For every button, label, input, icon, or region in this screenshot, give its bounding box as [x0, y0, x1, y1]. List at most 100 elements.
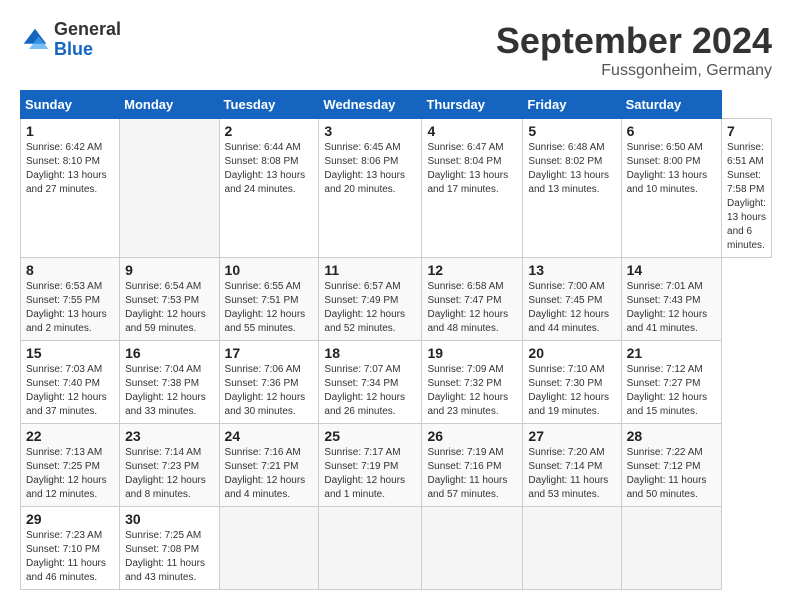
day-number: 28: [627, 428, 716, 444]
day-info: Sunrise: 7:00 AMSunset: 7:45 PMDaylight:…: [528, 280, 615, 336]
day-number: 5: [528, 123, 615, 139]
day-info: Sunrise: 7:03 AMSunset: 7:40 PMDaylight:…: [26, 363, 114, 419]
col-thursday: Thursday: [422, 91, 523, 119]
day-info: Sunrise: 7:19 AMSunset: 7:16 PMDaylight:…: [427, 446, 517, 502]
day-info: Sunrise: 6:47 AMSunset: 8:04 PMDaylight:…: [427, 141, 517, 197]
day-number: 2: [225, 123, 314, 139]
table-row: 7 Sunrise: 6:51 AMSunset: 7:58 PMDaylight…: [722, 119, 772, 258]
table-row: 2 Sunrise: 6:44 AMSunset: 8:08 PMDaylight…: [219, 119, 319, 258]
day-number: 25: [324, 428, 416, 444]
table-row: 12 Sunrise: 6:58 AMSunset: 7:47 PMDayligh…: [422, 258, 523, 341]
col-monday: Monday: [120, 91, 219, 119]
day-number: 27: [528, 428, 615, 444]
table-row: [120, 119, 219, 258]
day-number: 29: [26, 511, 114, 527]
table-row: 6 Sunrise: 6:50 AMSunset: 8:00 PMDaylight…: [621, 119, 721, 258]
day-number: 20: [528, 345, 615, 361]
day-info: Sunrise: 7:01 AMSunset: 7:43 PMDaylight:…: [627, 280, 716, 336]
day-info: Sunrise: 7:20 AMSunset: 7:14 PMDaylight:…: [528, 446, 615, 502]
day-number: 14: [627, 262, 716, 278]
table-row: 10Sunrise: 6:55 AMSunset: 7:51 PMDayligh…: [219, 258, 319, 341]
day-number: 24: [225, 428, 314, 444]
day-info: Sunrise: 7:07 AMSunset: 7:34 PMDaylight:…: [324, 363, 416, 419]
table-row: 28 Sunrise: 7:22 AMSunset: 7:12 PMDayligh…: [621, 424, 721, 507]
day-info: Sunrise: 6:48 AMSunset: 8:02 PMDaylight:…: [528, 141, 615, 197]
day-info: Sunrise: 7:10 AMSunset: 7:30 PMDaylight:…: [528, 363, 615, 419]
day-info: Sunrise: 6:58 AMSunset: 7:47 PMDaylight:…: [427, 280, 517, 336]
day-info: Sunrise: 6:57 AMSunset: 7:49 PMDaylight:…: [324, 280, 416, 336]
day-info: Sunrise: 7:09 AMSunset: 7:32 PMDaylight:…: [427, 363, 517, 419]
day-number: 15: [26, 345, 114, 361]
table-row: 17 Sunrise: 7:06 AMSunset: 7:36 PMDayligh…: [219, 341, 319, 424]
table-row: 8 Sunrise: 6:53 AMSunset: 7:55 PMDaylight…: [21, 258, 120, 341]
calendar-row: 22 Sunrise: 7:13 AMSunset: 7:25 PMDayligh…: [21, 424, 772, 507]
logo-general-text: General: [54, 20, 121, 40]
table-row: 19 Sunrise: 7:09 AMSunset: 7:32 PMDayligh…: [422, 341, 523, 424]
logo-blue-text: Blue: [54, 40, 121, 60]
table-row: 13Sunrise: 7:00 AMSunset: 7:45 PMDayligh…: [523, 258, 621, 341]
calendar-row: 29 Sunrise: 7:23 AMSunset: 7:10 PMDayligh…: [21, 507, 772, 590]
logo: General Blue: [20, 20, 121, 60]
day-number: 21: [627, 345, 716, 361]
table-row: [219, 507, 319, 590]
day-number: 6: [627, 123, 716, 139]
month-title: September 2024: [496, 20, 772, 62]
title-section: September 2024 Fussgonheim, Germany: [496, 20, 772, 80]
day-number: 23: [125, 428, 213, 444]
day-number: 7: [727, 123, 766, 139]
logo-icon: [20, 25, 50, 55]
day-info: Sunrise: 7:16 AMSunset: 7:21 PMDaylight:…: [225, 446, 314, 502]
calendar-row: 1Sunrise: 6:42 AMSunset: 8:10 PMDaylight…: [21, 119, 772, 258]
table-row: 22 Sunrise: 7:13 AMSunset: 7:25 PMDayligh…: [21, 424, 120, 507]
day-number: 22: [26, 428, 114, 444]
table-row: 26Sunrise: 7:19 AMSunset: 7:16 PMDayligh…: [422, 424, 523, 507]
calendar-row: 15 Sunrise: 7:03 AMSunset: 7:40 PMDayligh…: [21, 341, 772, 424]
table-row: 16 Sunrise: 7:04 AMSunset: 7:38 PMDayligh…: [120, 341, 219, 424]
day-number: 12: [427, 262, 517, 278]
table-row: 3Sunrise: 6:45 AMSunset: 8:06 PMDaylight…: [319, 119, 422, 258]
day-number: 8: [26, 262, 114, 278]
header-row: Sunday Monday Tuesday Wednesday Thursday…: [21, 91, 772, 119]
day-info: Sunrise: 6:51 AMSunset: 7:58 PMDaylight:…: [727, 141, 766, 253]
table-row: 18Sunrise: 7:07 AMSunset: 7:34 PMDayligh…: [319, 341, 422, 424]
day-info: Sunrise: 7:14 AMSunset: 7:23 PMDaylight:…: [125, 446, 213, 502]
table-row: 25 Sunrise: 7:17 AMSunset: 7:19 PMDayligh…: [319, 424, 422, 507]
table-row: 30Sunrise: 7:25 AMSunset: 7:08 PMDayligh…: [120, 507, 219, 590]
day-info: Sunrise: 7:12 AMSunset: 7:27 PMDaylight:…: [627, 363, 716, 419]
col-sunday: Sunday: [21, 91, 120, 119]
day-info: Sunrise: 6:53 AMSunset: 7:55 PMDaylight:…: [26, 280, 114, 336]
logo-text: General Blue: [54, 20, 121, 60]
table-row: 14 Sunrise: 7:01 AMSunset: 7:43 PMDayligh…: [621, 258, 721, 341]
col-tuesday: Tuesday: [219, 91, 319, 119]
day-number: 19: [427, 345, 517, 361]
day-info: Sunrise: 7:23 AMSunset: 7:10 PMDaylight:…: [26, 529, 114, 585]
table-row: 4Sunrise: 6:47 AMSunset: 8:04 PMDaylight…: [422, 119, 523, 258]
calendar-table: Sunday Monday Tuesday Wednesday Thursday…: [20, 90, 772, 590]
table-row: 1Sunrise: 6:42 AMSunset: 8:10 PMDaylight…: [21, 119, 120, 258]
day-number: 17: [225, 345, 314, 361]
col-saturday: Saturday: [621, 91, 721, 119]
day-number: 16: [125, 345, 213, 361]
day-info: Sunrise: 6:44 AMSunset: 8:08 PMDaylight:…: [225, 141, 314, 197]
table-row: 11Sunrise: 6:57 AMSunset: 7:49 PMDayligh…: [319, 258, 422, 341]
day-info: Sunrise: 6:50 AMSunset: 8:00 PMDaylight:…: [627, 141, 716, 197]
calendar-row: 8 Sunrise: 6:53 AMSunset: 7:55 PMDaylight…: [21, 258, 772, 341]
day-info: Sunrise: 7:13 AMSunset: 7:25 PMDaylight:…: [26, 446, 114, 502]
table-row: 21 Sunrise: 7:12 AMSunset: 7:27 PMDayligh…: [621, 341, 721, 424]
day-info: Sunrise: 7:04 AMSunset: 7:38 PMDaylight:…: [125, 363, 213, 419]
page-header: General Blue September 2024 Fussgonheim,…: [20, 20, 772, 80]
day-number: 10: [225, 262, 314, 278]
table-row: [422, 507, 523, 590]
table-row: 9Sunrise: 6:54 AMSunset: 7:53 PMDaylight…: [120, 258, 219, 341]
day-info: Sunrise: 7:22 AMSunset: 7:12 PMDaylight:…: [627, 446, 716, 502]
col-friday: Friday: [523, 91, 621, 119]
table-row: [319, 507, 422, 590]
table-row: [523, 507, 621, 590]
day-info: Sunrise: 7:17 AMSunset: 7:19 PMDaylight:…: [324, 446, 416, 502]
day-info: Sunrise: 6:42 AMSunset: 8:10 PMDaylight:…: [26, 141, 114, 197]
day-info: Sunrise: 6:54 AMSunset: 7:53 PMDaylight:…: [125, 280, 213, 336]
col-wednesday: Wednesday: [319, 91, 422, 119]
day-info: Sunrise: 7:06 AMSunset: 7:36 PMDaylight:…: [225, 363, 314, 419]
table-row: 29 Sunrise: 7:23 AMSunset: 7:10 PMDayligh…: [21, 507, 120, 590]
location: Fussgonheim, Germany: [496, 62, 772, 80]
